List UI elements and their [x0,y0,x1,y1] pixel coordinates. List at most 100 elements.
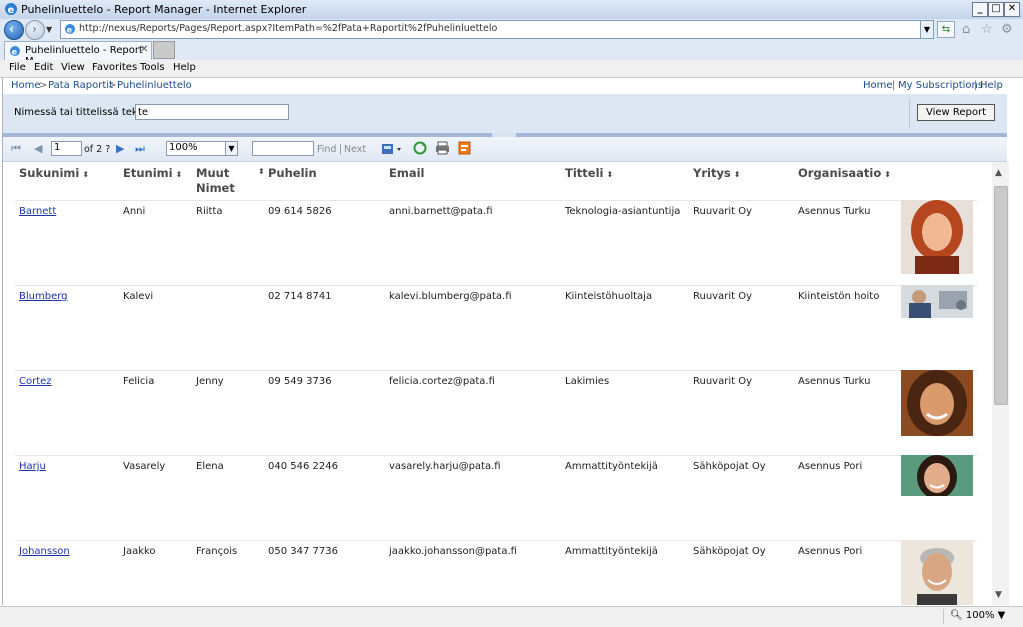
find-link[interactable]: Find [317,144,336,155]
report-body: Sukunimi ⬍ Etunimi ⬍ Muut Nimet ⬍ Puhelin … [3,162,990,605]
breadcrumb-home-link[interactable]: Home [11,80,41,91]
maximize-button[interactable]: □ [988,2,1004,17]
ie-logo-icon: e [5,3,17,16]
row-muut-nimet: Elena [196,461,224,472]
breadcrumb-folder-link[interactable]: Pata Raportit [48,80,113,91]
close-window-button[interactable]: ✕ [1004,2,1020,17]
sort-icon[interactable]: ⬍ [734,170,741,179]
history-dropdown-icon[interactable]: ▼ [46,25,52,34]
address-dropdown-icon[interactable]: ▼ [920,21,933,38]
row-yritys: Ruuvarit Oy [693,206,752,217]
row-titteli: Teknologia-asiantuntija [565,206,681,217]
menu-view[interactable]: View [61,62,85,73]
new-tab-button[interactable] [153,41,175,59]
row-email: jaakko.johansson@pata.fi [389,546,517,557]
back-button[interactable]: ‹ [4,20,24,40]
previous-page-icon[interactable]: ◀ [34,142,42,155]
zoom-dropdown-icon[interactable]: ▼ [225,142,237,155]
search-text-label: Nimessä tai tittelissä teksti [14,107,150,118]
page-number-input[interactable]: 1 [51,141,82,156]
help-link[interactable]: Help [980,80,1003,91]
employee-photo [901,540,973,605]
last-page-icon[interactable]: ⏭ [135,142,145,156]
scroll-thumb[interactable] [994,186,1008,405]
parameter-area: Nimessä tai tittelissä teksti View Repor… [3,95,1007,133]
row-yritys: Ruuvarit Oy [693,291,752,302]
zoom-select[interactable]: 100% ▼ [166,141,238,156]
menu-edit[interactable]: Edit [34,62,53,73]
search-text-input[interactable] [135,104,289,120]
sort-icon[interactable]: ⬍ [258,167,265,176]
row-titteli: Ammattityöntekijä [565,546,658,557]
row-organisaatio: Asennus Turku [798,206,871,217]
breadcrumb-separator: > [108,80,117,91]
col-header-titteli[interactable]: Titteli ⬍ [565,166,613,180]
employee-photo [901,370,973,436]
row-muut-nimet: Jenny [196,376,224,387]
row-organisaatio: Asennus Pori [798,546,863,557]
find-next-link[interactable]: Next [344,144,366,155]
row-sukunimi-link[interactable]: Blumberg [19,291,68,302]
forward-button[interactable]: › [25,20,45,40]
col-header-organisaatio[interactable]: Organisaatio ⬍ [798,166,891,180]
home-icon[interactable]: ⌂ [962,22,970,37]
address-bar[interactable]: e http://nexus/Reports/Pages/Report.aspx… [60,20,934,39]
menu-tools[interactable]: Tools [140,62,165,73]
col-header-muut[interactable]: Muut [196,166,229,180]
close-tab-icon[interactable]: ✕ [140,44,148,55]
print-icon[interactable] [435,141,450,155]
row-sukunimi-link[interactable]: Johansson [19,546,70,557]
sort-icon[interactable]: ⬍ [884,170,891,179]
menu-help[interactable]: Help [173,62,196,73]
refresh-button[interactable]: ⇆ [937,21,955,38]
tools-gear-icon[interactable]: ⚙ [1001,22,1013,37]
row-titteli: Kiinteistöhuoltaja [565,291,653,302]
zoom-value: 100% [169,142,198,153]
zoom-magnifier-icon: 🔍︎ [950,610,963,621]
favorites-star-icon[interactable]: ☆ [981,22,993,37]
row-etunimi: Vasarely [123,461,166,472]
row-titteli: Lakimies [565,376,610,387]
col-header-etunimi[interactable]: Etunimi ⬍ [123,166,182,180]
sort-icon[interactable]: ⬍ [606,170,613,179]
report-scrollbar[interactable]: ▲ ▼ [992,162,1009,605]
url-text[interactable]: http://nexus/Reports/Pages/Report.aspx?I… [79,23,497,34]
breadcrumb: Home > Pata Raportit > Puhelinluettelo H… [3,78,1007,95]
view-report-button[interactable]: View Report [917,104,995,121]
sort-icon[interactable]: ⬍ [82,170,89,179]
row-etunimi: Jaakko [123,546,156,557]
export-icon[interactable] [381,142,403,156]
minimize-button[interactable]: _ [972,2,988,17]
find-input[interactable] [252,141,314,156]
toplink-separator: | [892,80,896,91]
row-sukunimi-link[interactable]: Harju [19,461,46,472]
scroll-down-icon[interactable]: ▼ [995,590,1002,600]
my-subscriptions-link[interactable]: My Subscriptions [898,80,983,91]
col-header-yritys[interactable]: Yritys ⬍ [693,166,740,180]
col-header-puhelin[interactable]: Puhelin [268,166,317,180]
row-organisaatio: Asennus Turku [798,376,871,387]
row-sukunimi-link[interactable]: Cortez [19,376,52,387]
browser-tab[interactable]: e Puhelinluettelo - Report M... ✕ [4,41,152,67]
row-sukunimi-link[interactable]: Barnett [19,206,56,217]
refresh-icon[interactable] [413,141,427,155]
row-organisaatio: Kiinteistön hoito [798,291,880,302]
row-email: vasarely.harju@pata.fi [389,461,501,472]
first-page-icon[interactable]: ⏮ [11,142,21,156]
col-header-sukunimi[interactable]: Sukunimi ⬍ [19,166,89,180]
menu-file[interactable]: File [9,62,26,73]
row-email: kalevi.blumberg@pata.fi [389,291,512,302]
scroll-up-icon[interactable]: ▲ [995,168,1002,178]
row-puhelin: 040 546 2246 [268,461,338,472]
status-zoom[interactable]: 🔍︎ 100% ▼ [950,610,1005,621]
home-link[interactable]: Home [863,80,893,91]
row-muut-nimet: François [196,546,238,557]
menu-favorites[interactable]: Favorites [92,62,137,73]
sort-icon[interactable]: ⬍ [176,170,183,179]
menu-bar: File Edit View Favorites Tools Help [0,60,1023,78]
next-page-icon[interactable]: ▶ [116,142,124,155]
col-header-nimet[interactable]: Nimet [196,181,235,195]
tab-page-icon: e [10,46,20,57]
data-feed-icon[interactable] [458,141,471,155]
col-header-email[interactable]: Email [389,166,424,180]
